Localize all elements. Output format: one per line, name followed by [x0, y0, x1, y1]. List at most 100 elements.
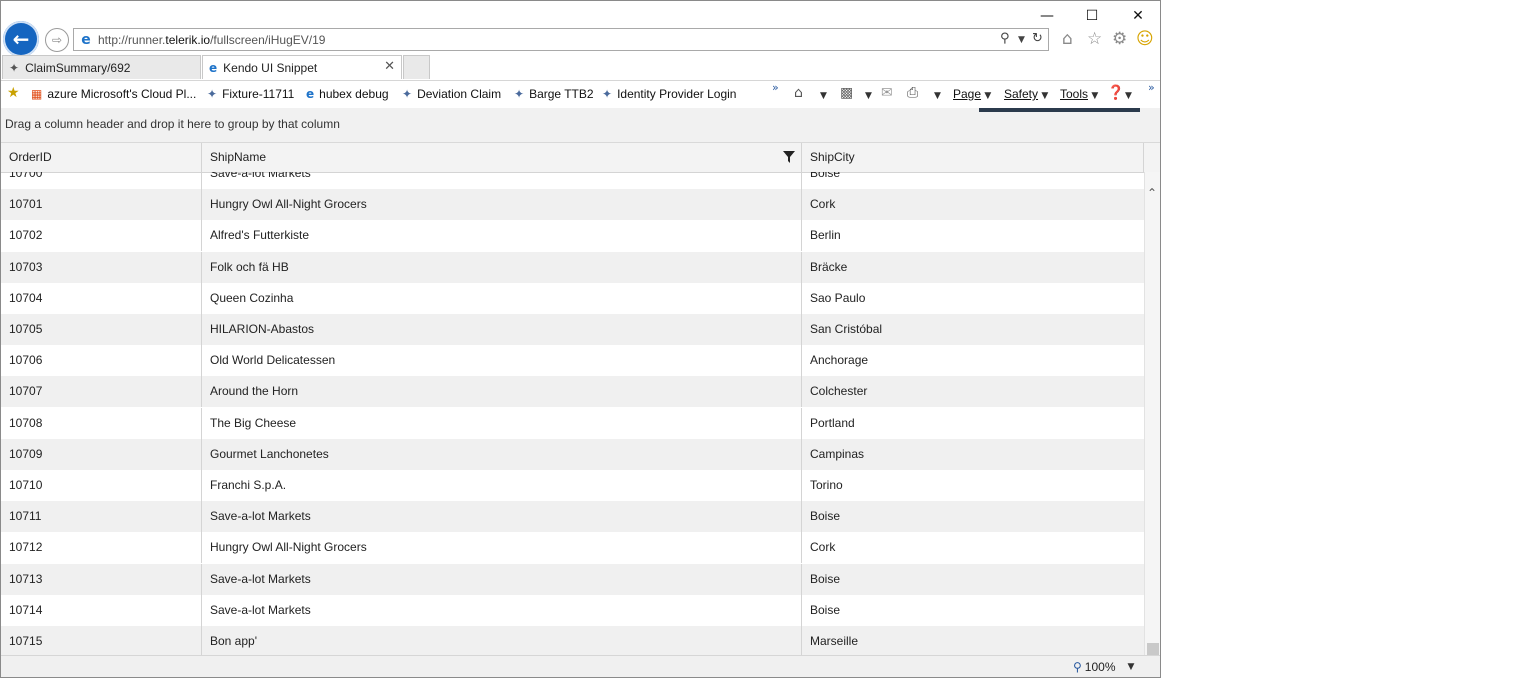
favorite-deviation-claim[interactable]: ✦ Deviation Claim: [402, 87, 501, 101]
cell-orderid: 10700: [1, 172, 202, 189]
cell-shipcity: Portland: [810, 415, 855, 430]
ie-page-icon: e: [81, 32, 91, 48]
favorite-azure[interactable]: ▦ azure Microsoft's Cloud Pl...: [31, 87, 196, 101]
table-row[interactable]: 10706 Old World Delicatessen Anchorage: [1, 345, 1144, 377]
table-row[interactable]: 10705 HILARION-Abastos San Cristóbal: [1, 314, 1144, 345]
home-icon[interactable]: ⌂: [794, 85, 803, 101]
favorite-label: Deviation Claim: [417, 87, 502, 101]
tools-menu-label: Tools: [1060, 87, 1089, 101]
site-favicon-icon: ✦: [207, 87, 218, 101]
help-icon[interactable]: ❓: [1107, 85, 1124, 101]
mail-icon[interactable]: ✉: [881, 85, 893, 101]
table-row[interactable]: 10710 Franchi S.p.A. Torino: [1, 470, 1144, 501]
cell-orderid: 10707: [1, 376, 202, 408]
scroll-up-icon[interactable]: ⌃: [1147, 186, 1157, 200]
settings-gear-icon[interactable]: ⚙: [1112, 29, 1127, 49]
favorite-label: Fixture-11711: [222, 87, 295, 101]
cell-shipname: The Big Cheese: [202, 407, 802, 439]
cell-shipcity: Boise: [810, 571, 841, 586]
cell-shipcity: Cork: [810, 197, 836, 212]
cell-shipname: Old World Delicatessen: [202, 345, 802, 377]
table-row[interactable]: 10713 Save-a-lot Markets Boise: [1, 563, 1144, 595]
cell-shipname: HILARION-Abastos: [202, 314, 802, 345]
cell-shipname: Save-a-lot Markets: [202, 594, 802, 626]
favorite-barge-ttb2[interactable]: ✦ Barge TTB2: [514, 87, 594, 101]
cell-shipname: Hungry Owl All-Night Grocers: [202, 532, 802, 564]
scroll-thumb[interactable]: [1147, 643, 1159, 655]
print-dropdown-caret-icon[interactable]: ▼: [934, 87, 941, 101]
zoom-icon: ⚲: [1073, 660, 1082, 674]
smiley-feedback-icon[interactable]: ☺: [1136, 29, 1154, 49]
cell-shipname: Save-a-lot Markets: [202, 563, 802, 595]
search-icon[interactable]: ⚲: [1000, 31, 1010, 46]
cell-shipcity: Boise: [810, 172, 841, 180]
favorites-overflow-icon[interactable]: »: [772, 81, 779, 94]
tools-menu[interactable]: Tools ▼: [1060, 87, 1098, 101]
table-row[interactable]: 10702 Alfred's Futterkiste Berlin: [1, 220, 1144, 252]
help-dropdown-caret-icon[interactable]: ▼: [1125, 87, 1132, 101]
back-button[interactable]: ←: [3, 21, 39, 57]
cell-shipcity: Berlin: [810, 228, 841, 243]
tools-menu-caret-icon: ▼: [1091, 91, 1099, 101]
page-menu-caret-icon: ▼: [984, 91, 992, 101]
tab-strip: ✦ ClaimSummary/692 e Kendo UI Snippet ✕: [1, 55, 1160, 79]
zoom-level: 100%: [1084, 660, 1116, 674]
table-row[interactable]: 10712 Hungry Owl All-Night Grocers Cork: [1, 532, 1144, 564]
favorites-star-icon[interactable]: ☆: [1087, 29, 1102, 49]
safety-menu[interactable]: Safety ▼: [1004, 87, 1048, 101]
address-bar[interactable]: e http://runner.telerik.io/fullscreen/iH…: [73, 28, 1049, 51]
tab-kendo-ui-snippet[interactable]: e Kendo UI Snippet ✕: [202, 55, 402, 79]
table-row[interactable]: 10700 Save-a-lot Markets Boise: [1, 172, 1144, 189]
cell-orderid: 10713: [1, 563, 202, 595]
print-icon[interactable]: ⎙: [907, 85, 918, 101]
home-icon[interactable]: ⌂: [1062, 29, 1073, 49]
dropdown-caret-icon[interactable]: ▼: [1018, 35, 1025, 45]
column-header-shipname[interactable]: ShipName: [202, 143, 802, 172]
grid-scrollbar[interactable]: ⌃: [1144, 172, 1160, 655]
column-header-shipcity[interactable]: ShipCity: [802, 143, 1144, 172]
table-row[interactable]: 10703 Folk och fä HB Bräcke: [1, 251, 1144, 283]
column-header-orderid[interactable]: OrderID: [1, 143, 202, 172]
cell-shipname: Alfred's Futterkiste: [202, 220, 802, 252]
table-row[interactable]: 10708 The Big Cheese Portland: [1, 407, 1144, 439]
minimize-icon[interactable]: —: [1029, 5, 1065, 27]
feeds-dropdown-caret-icon[interactable]: ▼: [865, 87, 872, 101]
filter-icon[interactable]: [783, 151, 795, 163]
home-dropdown-caret-icon[interactable]: ▼: [820, 87, 827, 101]
feeds-icon[interactable]: ▩: [840, 85, 853, 101]
refresh-icon[interactable]: ↻: [1032, 31, 1043, 46]
site-favicon-icon: ✦: [514, 87, 525, 101]
table-row[interactable]: 10714 Save-a-lot Markets Boise: [1, 594, 1144, 626]
table-row[interactable]: 10715 Bon app' Marseille: [1, 626, 1144, 655]
zoom-control[interactable]: ⚲ 100% ▼: [1073, 660, 1134, 674]
table-row[interactable]: 10711 Save-a-lot Markets Boise: [1, 501, 1144, 533]
favorite-identity-provider[interactable]: ✦ Identity Provider Login: [602, 87, 736, 101]
favorite-label: Identity Provider Login: [617, 87, 737, 101]
table-row[interactable]: 10709 Gourmet Lanchonetes Campinas: [1, 438, 1144, 470]
cell-orderid: 10711: [1, 501, 202, 533]
arrow-right-icon: ⇨: [51, 33, 63, 47]
cell-orderid: 10710: [1, 470, 202, 501]
page-menu[interactable]: Page ▼: [953, 87, 991, 101]
cell-orderid: 10701: [1, 189, 202, 221]
url-text: http://runner.telerik.io/fullscreen/iHug…: [98, 33, 326, 47]
favorite-hubex-debug[interactable]: e hubex debug: [306, 87, 389, 101]
favorites-center-icon[interactable]: ★: [7, 85, 20, 101]
cell-shipname: Gourmet Lanchonetes: [202, 438, 802, 470]
grid-group-panel[interactable]: Drag a column header and drop it here to…: [1, 108, 1160, 143]
cell-shipname: Queen Cozinha: [202, 282, 802, 314]
table-row[interactable]: 10701 Hungry Owl All-Night Grocers Cork: [1, 189, 1144, 221]
cell-orderid: 10714: [1, 594, 202, 626]
site-favicon-icon: ✦: [9, 60, 20, 75]
maximize-icon[interactable]: ☐: [1074, 5, 1110, 27]
close-window-icon[interactable]: ✕: [1120, 5, 1156, 27]
commandbar-overflow-icon[interactable]: »: [1148, 81, 1155, 94]
table-row[interactable]: 10704 Queen Cozinha Sao Paulo: [1, 282, 1144, 314]
table-row[interactable]: 10707 Around the Horn Colchester: [1, 376, 1144, 408]
tab-claimsummary[interactable]: ✦ ClaimSummary/692: [2, 55, 201, 79]
forward-button[interactable]: ⇨: [45, 28, 69, 52]
close-tab-icon[interactable]: ✕: [384, 59, 395, 74]
favorite-fixture[interactable]: ✦ Fixture-11711: [207, 87, 294, 101]
tab-label: ClaimSummary/692: [25, 60, 131, 75]
new-tab-button[interactable]: [403, 55, 430, 79]
